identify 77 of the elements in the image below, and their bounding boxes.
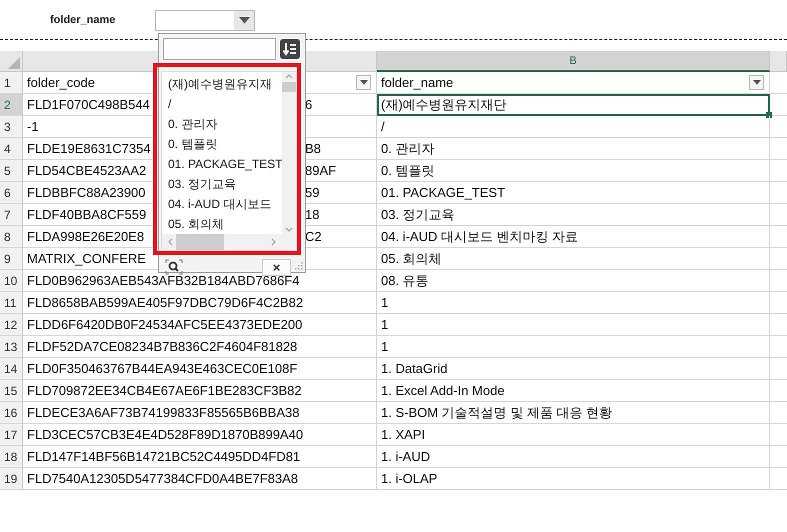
table-cell[interactable]: 1. S-BOM 기술적설명 및 제품 대응 현황 [377, 402, 770, 424]
search-icon [165, 259, 183, 275]
table-cell[interactable]: 1. XAPI [377, 424, 770, 446]
list-item[interactable]: (재)예수병원유지재 [168, 74, 282, 94]
row-number[interactable]: 8 [0, 226, 23, 248]
caret-icon [360, 80, 368, 85]
chevron-left-icon[interactable] [166, 237, 174, 247]
row-number[interactable]: 14 [0, 358, 23, 380]
table-cell[interactable]: FLD7540A12305D5477384CFD0A4BE7F83A8 [23, 468, 377, 490]
filter-button[interactable] [749, 75, 764, 90]
table-cell[interactable]: FLD8658BAB599AE405F97DBC79D6F4C2B82 [23, 292, 377, 314]
list-item[interactable]: 03. 정기교육 [168, 174, 282, 194]
resize-grip-icon[interactable] [295, 262, 303, 270]
chevron-right-icon[interactable] [270, 237, 278, 247]
table-cell[interactable]: 1. DataGrid [377, 358, 770, 380]
list-item[interactable]: 04. i-AUD 대시보드 [168, 194, 282, 214]
caret-icon [752, 80, 760, 85]
row-number[interactable]: 19 [0, 468, 23, 490]
row-number[interactable]: 12 [0, 314, 23, 336]
table-cell[interactable]: FLD709872EE34CB4E67AE6F1BE283CF3B82 [23, 380, 377, 402]
horizontal-scrollbar[interactable] [162, 234, 282, 250]
table-cell[interactable]: 03. 정기교육 [377, 204, 770, 226]
row-number[interactable]: 18 [0, 446, 23, 468]
table-cell[interactable]: (재)예수병원유지재단 [377, 94, 770, 116]
table-cell[interactable]: 1. i-OLAP [377, 468, 770, 490]
search-button[interactable] [163, 258, 185, 276]
dropdown-button[interactable] [234, 11, 254, 30]
sort-icon [283, 42, 297, 56]
table-cell[interactable]: 0. 관리자 [377, 138, 770, 160]
close-button[interactable]: × [262, 258, 291, 276]
row-number[interactable]: 6 [0, 182, 23, 204]
column-header[interactable]: B [377, 51, 770, 72]
table-cell[interactable]: 1 [377, 314, 770, 336]
row-number[interactable]: 16 [0, 402, 23, 424]
caret-icon [238, 17, 250, 24]
table-cell[interactable]: 0. 템플릿 [377, 160, 770, 182]
table-cell[interactable]: FLD0F350463767B44EA943E463CEC0E108F [23, 358, 377, 380]
filter-label: folder_name [50, 14, 116, 26]
scrollbar-thumb[interactable] [282, 82, 296, 92]
select-all-corner[interactable] [0, 51, 23, 72]
table-cell[interactable]: 1 [377, 336, 770, 358]
column-header[interactable] [770, 51, 787, 72]
filter-button[interactable] [356, 75, 371, 90]
row-number[interactable]: 15 [0, 380, 23, 402]
table-cell[interactable]: / [377, 116, 770, 138]
table-cell[interactable]: 08. 유통 [377, 270, 770, 292]
row-number[interactable]: 3 [0, 116, 23, 138]
row-number[interactable]: 11 [0, 292, 23, 314]
row-number[interactable]: 13 [0, 336, 23, 358]
list-item[interactable]: 0. 관리자 [168, 114, 282, 134]
list-item[interactable]: / [168, 94, 282, 114]
table-cell[interactable]: 1 [377, 292, 770, 314]
table-cell[interactable]: FLDD6F6420DB0F24534AFC5EE4373EDE200 [23, 314, 377, 336]
row-number[interactable]: 10 [0, 270, 23, 292]
search-field[interactable] [163, 38, 276, 60]
table-cell[interactable]: 1. i-AUD [377, 446, 770, 468]
row-number[interactable]: 17 [0, 424, 23, 446]
table-cell[interactable]: 1. Excel Add-In Mode [377, 380, 770, 402]
table-cell[interactable]: 01. PACKAGE_TEST [377, 182, 770, 204]
row-number[interactable]: 4 [0, 138, 23, 160]
table-cell[interactable]: 05. 회의체 [377, 248, 770, 270]
row-number[interactable]: 5 [0, 160, 23, 182]
table-cell[interactable]: folder_name [377, 72, 770, 94]
table-cell[interactable]: FLD147F14BF56B14721BC52C4495DD4FD81 [23, 446, 377, 468]
row-number[interactable]: 1 [0, 72, 23, 94]
table-cell[interactable]: FLDECE3A6AF73B74199833F85565B6BBA38 [23, 402, 377, 424]
table-cell[interactable]: FLDF52DA7CE08234B7B836C2F4604F81828 [23, 336, 377, 358]
fill-handle[interactable] [766, 112, 772, 118]
scrollbar-thumb[interactable] [176, 234, 224, 250]
table-cell[interactable]: FLD3CEC57CB3E4E4D528F89D1870B899A40 [23, 424, 377, 446]
sort-button[interactable] [280, 39, 300, 59]
row-number[interactable]: 7 [0, 204, 23, 226]
row-number[interactable]: 2 [0, 94, 23, 116]
row-number[interactable]: 9 [0, 248, 23, 270]
vertical-scrollbar[interactable] [282, 72, 296, 234]
corner-triangle-icon [8, 57, 20, 69]
table-cell[interactable]: 04. i-AUD 대시보드 벤치마킹 자료 [377, 226, 770, 248]
